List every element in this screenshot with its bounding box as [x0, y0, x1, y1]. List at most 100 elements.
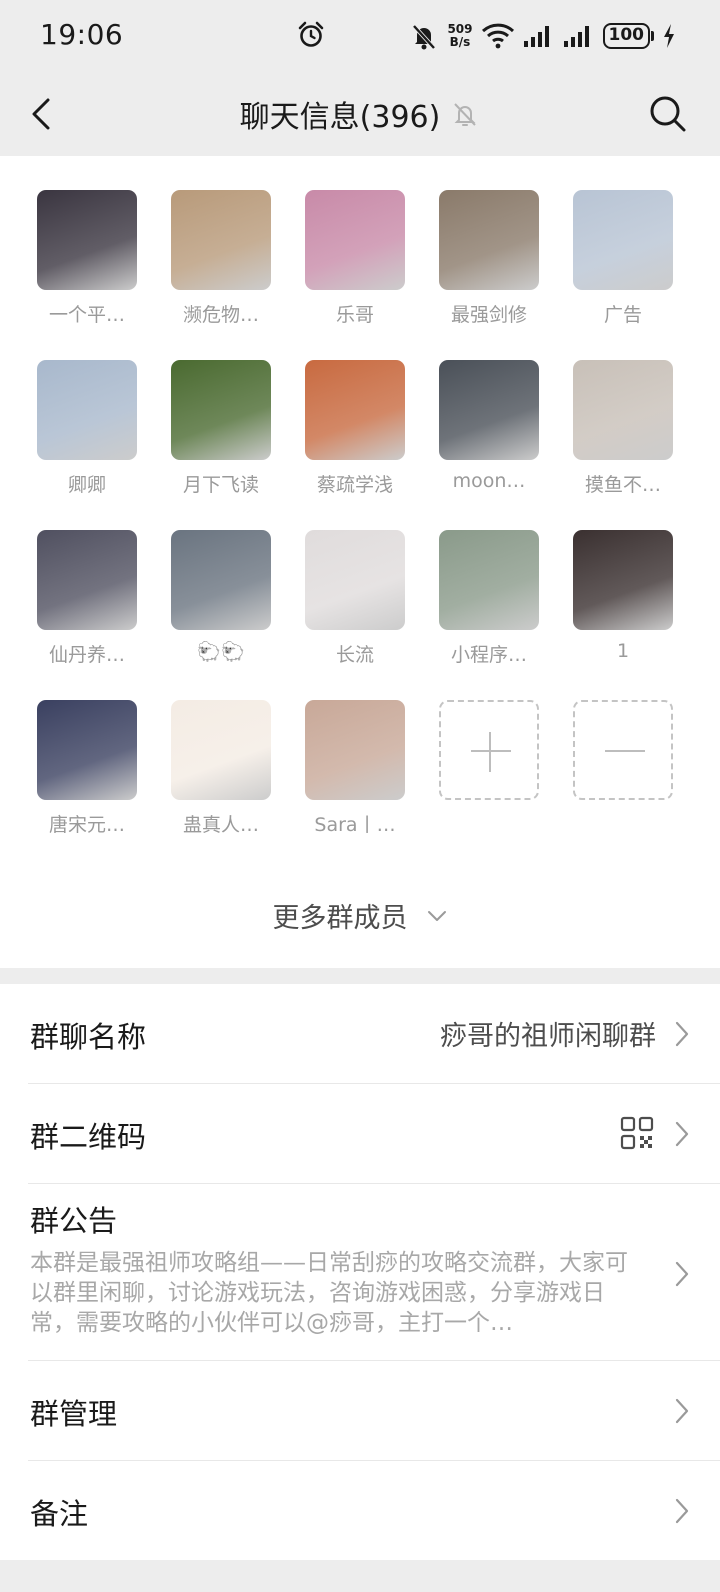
signal-1-icon — [523, 26, 549, 47]
member-name: 仙丹养… — [48, 644, 125, 666]
qr-code-icon — [620, 1116, 654, 1150]
page-title: 聊天信息(396) — [239, 100, 441, 135]
member-item[interactable]: 🐑🐑 — [171, 530, 271, 676]
member-item[interactable]: Sara丨… — [305, 700, 405, 846]
member-name: 月下飞读 — [182, 474, 259, 496]
avatar[interactable] — [573, 360, 673, 460]
remark-row[interactable]: 备注 — [28, 1461, 720, 1561]
charging-bolt-icon — [664, 24, 674, 48]
more-members-label: 更多群成员 — [272, 903, 408, 934]
status-time: 19:06 — [40, 18, 124, 51]
search-icon[interactable] — [646, 92, 690, 136]
avatar[interactable] — [171, 700, 271, 800]
avatar[interactable] — [305, 360, 405, 460]
member-item[interactable]: 仙丹养… — [37, 530, 137, 676]
member-name: Sara丨… — [314, 814, 396, 836]
member-name: 最强剑修 — [450, 304, 527, 326]
group-manage-row[interactable]: 群管理 — [28, 1361, 720, 1461]
member-item[interactable]: moon… — [439, 360, 539, 506]
avatar[interactable] — [37, 360, 137, 460]
group-name-value: 痧哥的祖师闲聊群 — [440, 1021, 656, 1052]
chevron-right-icon — [675, 1021, 689, 1047]
chevron-right-icon — [675, 1498, 689, 1524]
more-members-button[interactable]: 更多群成员 — [0, 896, 720, 935]
group-name-row[interactable]: 群聊名称 痧哥的祖师闲聊群 — [28, 984, 720, 1084]
avatar[interactable] — [573, 190, 673, 290]
signal-2-icon — [563, 26, 589, 47]
qr-code-row[interactable]: 群二维码 — [28, 1084, 720, 1184]
member-name: 蔡疏学浅 — [316, 474, 393, 496]
member-item[interactable]: 蔡疏学浅 — [305, 360, 405, 506]
group-notice-row[interactable]: 群公告 本群是最强祖师攻略组——日常刮痧的攻略交流群，大家可以群里闲聊，讨论游戏… — [28, 1184, 720, 1361]
network-speed-unit: B/s — [449, 35, 471, 49]
member-name: 濒危物… — [182, 304, 259, 326]
member-name: 摸鱼不… — [584, 474, 661, 496]
member-item[interactable]: 广告 — [573, 190, 673, 336]
nav-bar: 聊天信息(396) — [0, 72, 720, 156]
member-item[interactable]: 一个平… — [37, 190, 137, 336]
avatar[interactable] — [305, 190, 405, 290]
member-grid: 一个平… 濒危物… 乐哥 最强剑修 广告卿卿 月下飞读 蔡疏学浅 moon… 摸鱼不… 仙丹养… 🐑… — [37, 190, 673, 846]
member-item[interactable]: 最强剑修 — [439, 190, 539, 336]
member-name: 乐哥 — [335, 304, 374, 326]
add-member-button[interactable] — [439, 700, 539, 800]
avatar[interactable] — [305, 700, 405, 800]
avatar[interactable] — [171, 360, 271, 460]
title-group: 聊天信息(396) — [0, 92, 720, 136]
member-item[interactable]: 唐宋元… — [37, 700, 137, 846]
settings-list: 群聊名称 痧哥的祖师闲聊群 群二维码 群公告 本群是最强祖师攻略组——日常刮痧的… — [0, 984, 720, 1561]
member-item[interactable]: 蛊真人… — [171, 700, 271, 846]
member-name: 🐑🐑 — [197, 641, 245, 663]
member-name: 一个平… — [48, 304, 125, 326]
member-item[interactable]: 小程序… — [439, 530, 539, 676]
avatar[interactable] — [439, 530, 539, 630]
chevron-right-icon — [675, 1121, 689, 1147]
remark-label: 备注 — [30, 1497, 89, 1531]
member-item[interactable]: 濒危物… — [171, 190, 271, 336]
member-item[interactable]: 摸鱼不… — [573, 360, 673, 506]
chevron-down-icon — [427, 910, 446, 921]
status-bar: 19:06 509 B/s 100 — [0, 0, 720, 72]
battery-nub — [651, 31, 654, 41]
wifi-icon — [481, 23, 514, 49]
network-speed: 509 B/s — [447, 23, 472, 49]
remove-member-item — [573, 700, 673, 846]
status-indicators: 509 B/s 100 — [409, 16, 676, 56]
member-item[interactable]: 长流 — [305, 530, 405, 676]
avatar[interactable] — [37, 530, 137, 630]
members-panel: 一个平… 濒危物… 乐哥 最强剑修 广告卿卿 月下飞读 蔡疏学浅 moon… 摸鱼不… 仙丹养… 🐑… — [0, 156, 720, 968]
member-name: 广告 — [603, 304, 642, 326]
battery-indicator: 100 — [602, 23, 654, 49]
member-item[interactable]: 乐哥 — [305, 190, 405, 336]
avatar[interactable] — [305, 530, 405, 630]
avatar[interactable] — [37, 190, 137, 290]
member-name: 唐宋元… — [48, 814, 125, 836]
avatar[interactable] — [439, 360, 539, 460]
member-item[interactable]: 卿卿 — [37, 360, 137, 506]
chevron-right-icon — [675, 1261, 689, 1287]
member-name: 1 — [616, 640, 630, 662]
group-notice-text: 本群是最强祖师攻略组——日常刮痧的攻略交流群，大家可以群里闲聊，讨论游戏玩法，咨… — [30, 1250, 628, 1336]
mute-bell-icon — [454, 103, 477, 126]
member-name: 蛊真人… — [182, 814, 259, 836]
battery-level: 100 — [602, 23, 650, 49]
qr-code-label: 群二维码 — [30, 1120, 147, 1154]
avatar[interactable] — [37, 700, 137, 800]
remove-member-button[interactable] — [573, 700, 673, 800]
alarm-clock-icon — [298, 21, 324, 47]
group-notice-label: 群公告 — [30, 1204, 118, 1238]
member-name: 小程序… — [450, 644, 527, 666]
avatar[interactable] — [573, 530, 673, 630]
add-member-item — [439, 700, 539, 846]
avatar[interactable] — [171, 530, 271, 630]
member-name: 长流 — [335, 644, 374, 666]
do-not-disturb-bell-icon — [412, 24, 436, 50]
group-manage-label: 群管理 — [30, 1397, 118, 1431]
avatar[interactable] — [439, 190, 539, 290]
member-item[interactable]: 月下飞读 — [171, 360, 271, 506]
member-item[interactable]: 1 — [573, 530, 673, 676]
chevron-right-icon — [675, 1398, 689, 1424]
bottom-spacer — [0, 1560, 720, 1592]
avatar[interactable] — [171, 190, 271, 290]
member-name: moon… — [452, 470, 526, 492]
